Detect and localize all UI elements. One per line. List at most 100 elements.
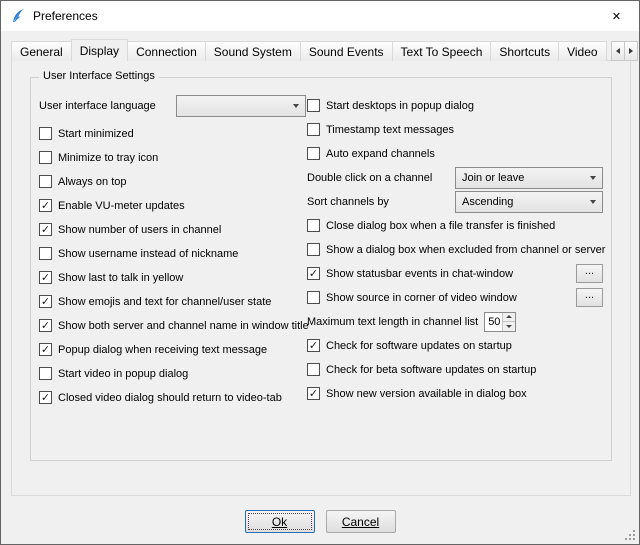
settings-checkbox[interactable]: Show both server and channel name in win… bbox=[39, 314, 307, 337]
tab[interactable]: Text To Speech bbox=[392, 41, 492, 61]
tab[interactable]: Sound Events bbox=[300, 41, 393, 61]
left-settings-column: User interface language Start minimized bbox=[39, 94, 307, 410]
checkbox-label: Popup dialog when receiving text message bbox=[58, 344, 267, 356]
spin-up-button[interactable] bbox=[503, 313, 515, 323]
arrow-up-icon bbox=[506, 315, 512, 318]
checkbox-box bbox=[39, 295, 52, 308]
arrow-down-icon bbox=[506, 325, 512, 328]
close-button[interactable]: ✕ bbox=[594, 1, 639, 31]
settings-columns: User interface language Start minimized bbox=[39, 94, 603, 410]
language-combobox[interactable] bbox=[176, 95, 306, 117]
checkbox-close-on-file-transfer[interactable]: Close dialog box when a file transfer is… bbox=[307, 214, 603, 237]
settings-checkbox[interactable]: Enable VU-meter updates bbox=[39, 194, 307, 217]
cancel-button[interactable]: Cancel bbox=[326, 510, 396, 533]
checkbox-box bbox=[39, 199, 52, 212]
checkbox-box bbox=[307, 219, 320, 232]
checkbox-box bbox=[39, 271, 52, 284]
settings-checkbox[interactable]: Closed video dialog should return to vid… bbox=[39, 386, 307, 409]
settings-checkbox[interactable]: Popup dialog when receiving text message bbox=[39, 338, 307, 361]
dialog-body: General Display Connection Sound System bbox=[1, 31, 639, 533]
combobox-value: Join or leave bbox=[462, 172, 586, 184]
tab-label: Video bbox=[567, 45, 597, 59]
tab[interactable]: Connection bbox=[127, 41, 206, 61]
tab-bar-wrap: General Display Connection Sound System bbox=[11, 39, 631, 61]
checkbox-box bbox=[39, 151, 52, 164]
checkbox-box bbox=[39, 391, 52, 404]
checkbox-label: Check for software updates on startup bbox=[326, 340, 512, 352]
checkbox-label: Enable VU-meter updates bbox=[58, 200, 185, 212]
tab-label: Connection bbox=[136, 45, 197, 59]
spin-down-button[interactable] bbox=[503, 322, 515, 331]
preferences-window: Preferences ✕ General Display Conn bbox=[0, 0, 640, 545]
checkbox-label: Show statusbar events in chat-window bbox=[326, 268, 513, 280]
checkbox-dialog-when-excluded[interactable]: Show a dialog box when excluded from cha… bbox=[307, 238, 603, 261]
checkbox-auto-expand-channels[interactable]: Auto expand channels bbox=[307, 142, 603, 165]
app-icon bbox=[10, 8, 26, 24]
video-source-row: Show source in corner of video window ..… bbox=[307, 286, 603, 309]
checkbox-box bbox=[39, 367, 52, 380]
checkbox-check-updates[interactable]: Check for software updates on startup bbox=[307, 334, 603, 357]
tab-label: General bbox=[20, 45, 63, 59]
settings-checkbox[interactable]: Start minimized bbox=[39, 122, 307, 145]
checkbox-box bbox=[39, 223, 52, 236]
tab-scroll-left-button[interactable] bbox=[611, 41, 625, 61]
combobox-value: Ascending bbox=[462, 196, 586, 208]
checkbox-label: Show a dialog box when excluded from cha… bbox=[326, 244, 605, 256]
checkbox-label: Closed video dialog should return to vid… bbox=[58, 392, 282, 404]
statusbar-events-more-button[interactable]: ... bbox=[576, 264, 603, 283]
tab-label: Text To Speech bbox=[401, 45, 483, 59]
settings-checkbox[interactable]: Start video in popup dialog bbox=[39, 362, 307, 385]
checkbox-label: Start video in popup dialog bbox=[58, 368, 188, 380]
tab-scroll-right-button[interactable] bbox=[624, 41, 638, 61]
checkbox-show-new-version[interactable]: Show new version available in dialog box bbox=[307, 382, 603, 405]
checkbox-label: Start desktops in popup dialog bbox=[326, 100, 474, 112]
settings-checkbox[interactable]: Show number of users in channel bbox=[39, 218, 307, 241]
checkbox-label: Show emojis and text for channel/user st… bbox=[58, 296, 271, 308]
tab-label: Display bbox=[80, 44, 119, 58]
tab[interactable]: Video bbox=[558, 41, 606, 61]
checkbox-statusbar-events[interactable]: Show statusbar events in chat-window bbox=[307, 267, 513, 280]
checkbox-label: Show both server and channel name in win… bbox=[58, 320, 309, 332]
tab[interactable]: Shortcuts bbox=[490, 41, 559, 61]
double-click-combobox[interactable]: Join or leave bbox=[455, 167, 603, 189]
arrow-left-icon bbox=[616, 48, 620, 54]
checkbox-label: Show source in corner of video window bbox=[326, 292, 517, 304]
titlebar[interactable]: Preferences ✕ bbox=[1, 1, 639, 31]
tab[interactable]: General bbox=[11, 41, 72, 61]
checkbox-label: Show username instead of nickname bbox=[58, 248, 238, 260]
checkbox-check-beta-updates[interactable]: Check for beta software updates on start… bbox=[307, 358, 603, 381]
settings-checkbox[interactable]: Minimize to tray icon bbox=[39, 146, 307, 169]
checkbox-start-desktops-popup[interactable]: Start desktops in popup dialog bbox=[307, 94, 603, 117]
checkbox-box bbox=[307, 387, 320, 400]
user-interface-settings-group: User Interface Settings User interface l… bbox=[30, 77, 612, 461]
checkbox-box bbox=[307, 99, 320, 112]
checkbox-box bbox=[39, 319, 52, 332]
video-source-more-button[interactable]: ... bbox=[576, 288, 603, 307]
checkbox-label: Timestamp text messages bbox=[326, 124, 454, 136]
settings-checkbox[interactable]: Show emojis and text for channel/user st… bbox=[39, 290, 307, 313]
checkbox-label: Close dialog box when a file transfer is… bbox=[326, 220, 555, 232]
right-settings-column: Start desktops in popup dialog Timestamp… bbox=[307, 94, 603, 410]
sort-channels-combobox[interactable]: Ascending bbox=[455, 191, 603, 213]
settings-checkbox[interactable]: Show last to talk in yellow bbox=[39, 266, 307, 289]
spinner-value[interactable]: 50 bbox=[485, 313, 502, 331]
max-text-length-spinner[interactable]: 50 bbox=[484, 312, 516, 332]
checkbox-timestamp-messages[interactable]: Timestamp text messages bbox=[307, 118, 603, 141]
language-row: User interface language bbox=[39, 94, 307, 117]
spinner-buttons bbox=[502, 313, 515, 331]
checkbox-label: Show new version available in dialog box bbox=[326, 388, 527, 400]
ok-button[interactable]: Ok bbox=[245, 510, 315, 533]
tab[interactable]: Sound System bbox=[205, 41, 301, 61]
checkbox-box bbox=[39, 175, 52, 188]
checkbox-box bbox=[307, 123, 320, 136]
settings-checkbox[interactable]: Always on top bbox=[39, 170, 307, 193]
resize-grip[interactable] bbox=[624, 529, 636, 541]
checkbox-box bbox=[39, 343, 52, 356]
close-icon: ✕ bbox=[612, 10, 621, 23]
checkbox-label: Show last to talk in yellow bbox=[58, 272, 183, 284]
settings-checkbox[interactable]: Show username instead of nickname bbox=[39, 242, 307, 265]
tab[interactable]: Display bbox=[71, 39, 128, 61]
cancel-button-label: Cancel bbox=[342, 515, 379, 529]
tab-bar: General Display Connection Sound System bbox=[11, 39, 631, 61]
checkbox-video-source-corner[interactable]: Show source in corner of video window bbox=[307, 291, 517, 304]
